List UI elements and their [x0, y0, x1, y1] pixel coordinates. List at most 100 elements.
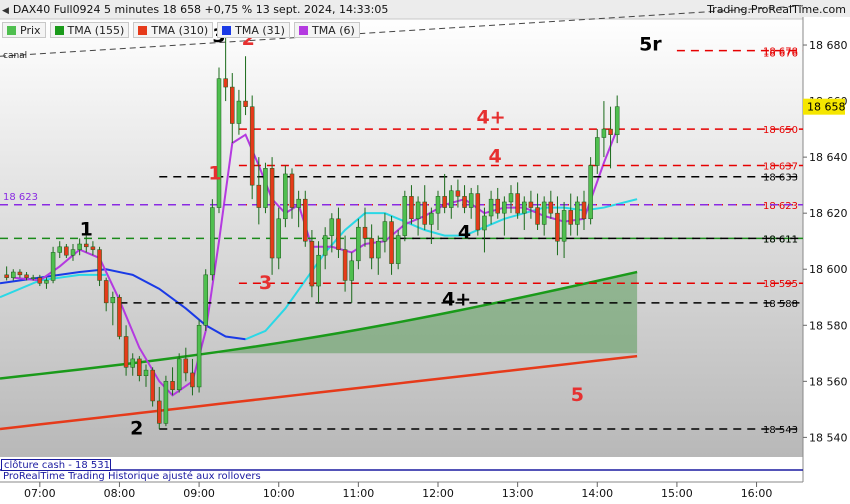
- level-label-red: 18 623: [763, 201, 798, 212]
- candle-body: [163, 381, 169, 424]
- candle-body: [24, 274, 29, 278]
- candle-body: [216, 78, 222, 208]
- candle-body: [309, 240, 315, 287]
- candle-body: [243, 100, 248, 107]
- legend-swatch: [54, 25, 64, 35]
- level-label-black: 18 611: [763, 234, 798, 245]
- candle-body: [429, 212, 434, 225]
- candle-body: [415, 201, 421, 220]
- candle-body: [608, 128, 613, 135]
- xtick-label: 07:00: [24, 487, 56, 500]
- xtick-label: 08:00: [104, 487, 136, 500]
- candle-body: [230, 86, 235, 124]
- level-label-red: 18 650: [763, 125, 798, 136]
- legend-item-tma-310[interactable]: TMA (310): [133, 22, 214, 38]
- candle-body: [223, 78, 228, 88]
- candle-body: [11, 271, 16, 278]
- wave-annotation: 4: [458, 221, 471, 243]
- candle-body: [482, 215, 487, 231]
- candle-body: [183, 358, 189, 374]
- wave-annotation: 1: [208, 163, 221, 185]
- candle-body: [97, 249, 102, 281]
- candle-body: [316, 254, 321, 287]
- candle-body: [548, 201, 554, 214]
- candle-body: [157, 400, 162, 424]
- candle-body: [37, 277, 43, 284]
- candle-body: [117, 297, 122, 337]
- candle-body: [369, 238, 374, 259]
- candle-body: [84, 243, 89, 248]
- candle-body: [575, 201, 580, 225]
- candle-body: [269, 168, 275, 259]
- wave-annotation: 5: [571, 384, 584, 406]
- plot-bg: [0, 17, 803, 457]
- candle-body: [614, 106, 620, 135]
- ytick-label: 18 680: [809, 39, 848, 52]
- candle-body: [336, 218, 341, 250]
- xtick-label: 11:00: [343, 487, 375, 500]
- candle-body: [256, 184, 262, 208]
- candle-body: [555, 212, 560, 242]
- candle-body: [322, 235, 328, 256]
- candle-body: [595, 137, 600, 166]
- candle-body: [90, 246, 96, 250]
- candle-body: [30, 277, 36, 279]
- chart-source[interactable]: Trading.ProRealTime.com: [707, 3, 846, 16]
- candle-body: [588, 165, 593, 220]
- candle-body: [303, 198, 308, 242]
- candle-body: [110, 297, 116, 304]
- candle-body: [449, 190, 454, 208]
- ytick-label: 18 580: [809, 319, 848, 332]
- candle-body: [143, 369, 149, 376]
- chart-area[interactable]: 18 540 18 560 18 580 18 600 18 620 18 640 18 6…: [0, 0, 850, 500]
- candle-body: [263, 168, 268, 208]
- legend-item-tma-31[interactable]: TMA (31): [217, 22, 290, 38]
- candle-body: [236, 100, 242, 124]
- candle-body: [50, 252, 56, 281]
- candle-body: [342, 249, 348, 281]
- candle-body: [468, 193, 474, 208]
- candle-body: [249, 106, 255, 186]
- ytick-label: 18 620: [809, 207, 848, 220]
- legend-item-tma-155[interactable]: TMA (155): [49, 22, 130, 38]
- xtick-label: 15:00: [661, 487, 693, 500]
- candle-body: [210, 207, 215, 276]
- ytick-label: 18 640: [809, 151, 848, 164]
- xtick-label: 10:00: [263, 487, 295, 500]
- candle-body: [283, 173, 288, 220]
- legend-swatch: [7, 25, 16, 35]
- candle-body: [462, 196, 467, 208]
- candle-body: [528, 201, 534, 208]
- candle-body: [568, 210, 573, 225]
- xtick-label: 12:00: [422, 487, 454, 500]
- legend-swatch: [138, 25, 148, 35]
- candle-body: [103, 280, 109, 304]
- last-price-label: 18 658: [807, 101, 846, 114]
- collapse-arrow-icon[interactable]: ◀: [2, 6, 9, 16]
- xtick-label: 16:00: [741, 487, 773, 500]
- candle-body: [409, 196, 414, 220]
- level-label-red: 18 637: [763, 162, 798, 173]
- candle-body: [176, 358, 182, 390]
- candle-body: [349, 260, 354, 281]
- candle-body: [435, 196, 441, 214]
- candle-body: [561, 210, 567, 242]
- legend-swatch: [222, 25, 232, 35]
- candle-body: [495, 198, 500, 214]
- candle-body: [296, 198, 301, 208]
- indicator-legend: Prix TMA (155) TMA (310) TMA (31) TMA (6…: [2, 22, 360, 38]
- candle-body: [389, 221, 394, 264]
- price-chart-svg[interactable]: 18 540 18 560 18 580 18 600 18 620 18 640 18 6…: [0, 0, 850, 500]
- candle-body: [70, 249, 76, 256]
- candle-body: [137, 358, 142, 376]
- candle-body: [382, 221, 388, 242]
- canal-label: canal: [3, 51, 28, 61]
- legend-item-tma-6[interactable]: TMA (6): [293, 22, 360, 38]
- candle-body: [130, 358, 135, 368]
- ytick-label: 18 600: [809, 263, 848, 276]
- candle-body: [150, 369, 155, 402]
- legend-item-prix[interactable]: Prix: [2, 22, 46, 38]
- candle-body: [196, 325, 202, 388]
- legend-swatch: [298, 25, 308, 35]
- candle-body: [475, 193, 481, 231]
